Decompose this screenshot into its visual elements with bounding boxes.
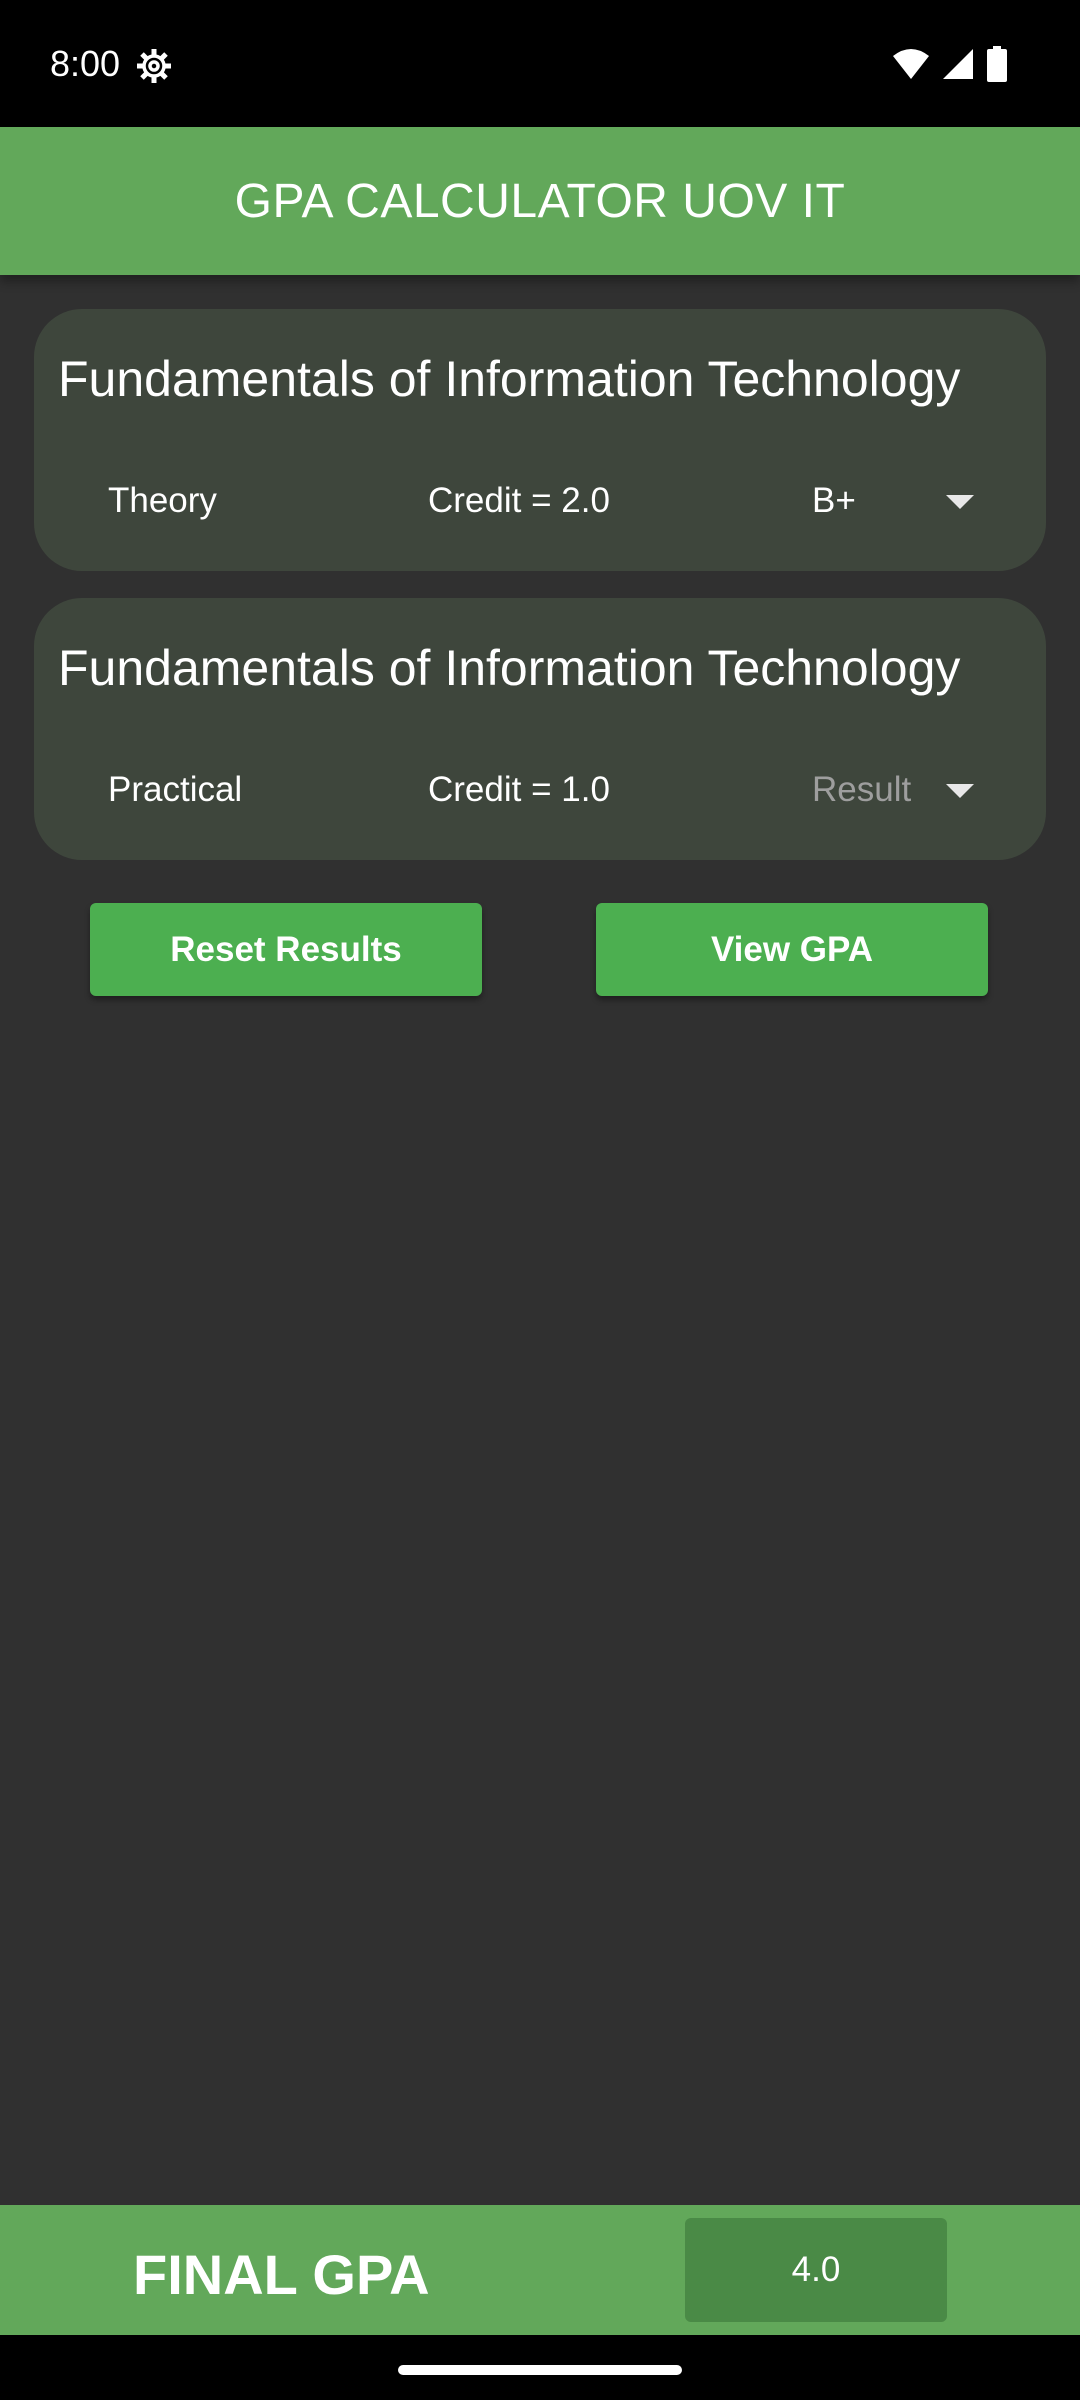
wifi-icon [893,49,929,79]
course-name: Fundamentals of Information Technology [58,640,961,696]
reset-results-button[interactable]: Reset Results [90,903,482,996]
signal-icon [943,49,973,79]
app-bar: GPA CALCULATOR UOV IT [0,127,1080,275]
grade-placeholder: Result [812,770,912,809]
dropdown-arrow-icon [946,784,974,798]
battery-icon [987,46,1007,82]
course-card: Fundamentals of Information Technology P… [34,598,1046,860]
course-card: Fundamentals of Information Technology T… [34,309,1046,571]
navigation-bar [0,2335,1080,2400]
grade-dropdown[interactable]: B+ [778,469,978,533]
app-title: GPA CALCULATOR UOV IT [234,174,846,228]
final-gpa-bar: FINAL GPA 4.0 [0,2205,1080,2335]
grade-dropdown[interactable]: Result [778,758,978,822]
course-type: Theory [108,481,217,520]
settings-gear-icon [137,49,171,83]
final-gpa-label: FINAL GPA [133,2243,430,2306]
status-icons [892,44,1008,84]
final-gpa-value: 4.0 [685,2218,947,2322]
grade-selected-value: B+ [812,481,856,520]
status-time: 8:00 [50,43,121,84]
dropdown-arrow-icon [946,495,974,509]
status-bar: 8:00 [0,0,1080,127]
course-credit: Credit = 1.0 [428,770,610,809]
course-credit: Credit = 2.0 [428,481,610,520]
home-indicator[interactable] [398,2365,682,2375]
view-gpa-button[interactable]: View GPA [596,903,988,996]
course-type: Practical [108,770,243,809]
course-name: Fundamentals of Information Technology [58,351,961,407]
